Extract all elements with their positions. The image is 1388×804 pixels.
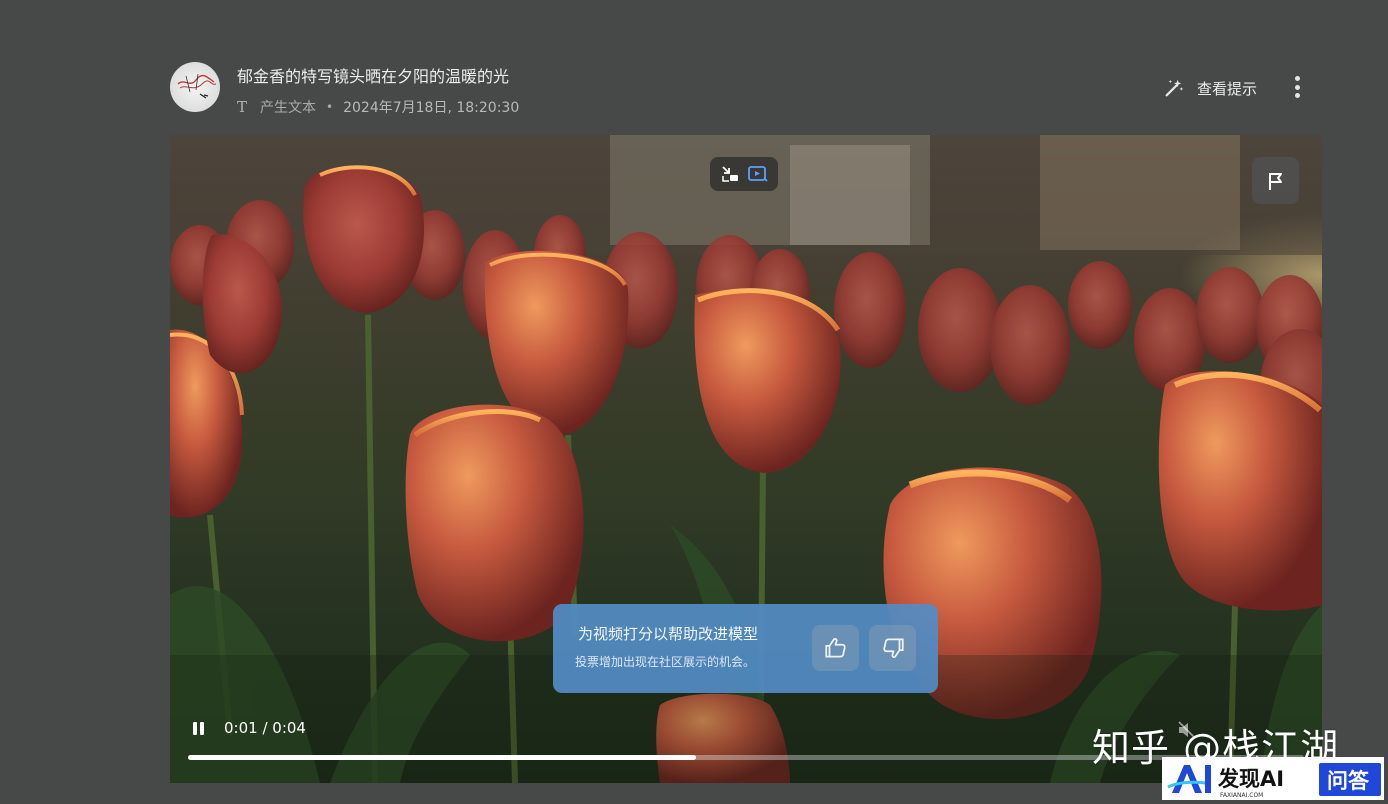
logo-text: 发现AI (1217, 767, 1284, 791)
view-mode-controls (710, 157, 778, 191)
rating-prompt-title: 为视频打分以帮助改进模型 (578, 625, 759, 643)
post-type-label: 产生文本 (260, 100, 317, 116)
thumbs-up-button[interactable] (812, 625, 859, 671)
time-display: 0:01 / 0:04 (224, 719, 306, 737)
faxianai-logo-icon: 发现AI FAXIANAI.COM 问答 (1167, 763, 1381, 799)
logo-badge: 问答 (1327, 769, 1370, 793)
thumbs-up-icon (824, 638, 846, 658)
view-prompt-label: 查看提示 (1197, 79, 1258, 98)
exit-fullscreen-button[interactable] (718, 162, 742, 186)
faxianai-logo: 发现AI FAXIANAI.COM 问答 (1162, 757, 1384, 800)
thumbs-down-button[interactable] (869, 625, 916, 671)
video-mode-button[interactable] (746, 162, 770, 186)
more-vertical-icon (1294, 76, 1300, 81)
pause-icon-bar (200, 722, 204, 735)
avatar-scribble-icon (177, 73, 217, 99)
post-datetime: 2024年7月18日, 18:20:30 (343, 100, 520, 116)
rating-prompt-subtitle: 投票增加出现在社区展示的机会。 (575, 655, 756, 669)
flag-icon (1268, 172, 1282, 190)
post-title: 郁金香的特写镜头晒在夕阳的温暖的光 (237, 67, 510, 86)
report-button[interactable] (1252, 157, 1299, 204)
meta-separator: • (326, 100, 334, 114)
text-type-icon: T (237, 98, 248, 116)
video-icon (748, 166, 768, 182)
avatar[interactable] (170, 62, 220, 112)
view-prompt-button[interactable]: 查看提示 (1163, 76, 1257, 100)
more-options-button[interactable] (1286, 74, 1308, 100)
rating-prompt: 为视频打分以帮助改进模型 投票增加出现在社区展示的机会。 (553, 604, 938, 693)
logo-subtext: FAXIANAI.COM (1220, 792, 1263, 799)
magic-wand-icon (1165, 79, 1184, 97)
thumbs-down-icon (882, 638, 904, 658)
more-dot (1294, 84, 1300, 90)
exit-fullscreen-icon (722, 166, 738, 182)
post-header: 郁金香的特写镜头晒在夕阳的温暖的光 T 产生文本 • 2024年7月18日, 1… (170, 60, 1322, 122)
video-player[interactable]: 为视频打分以帮助改进模型 投票增加出现在社区展示的机会。 0:01 / 0:04 (170, 135, 1322, 783)
pause-icon (193, 722, 197, 735)
progress-fill (188, 755, 696, 760)
post-meta: T 产生文本 • 2024年7月18日, 18:20:30 (237, 97, 519, 117)
more-dot (1294, 93, 1300, 98)
pause-button[interactable] (190, 719, 206, 737)
